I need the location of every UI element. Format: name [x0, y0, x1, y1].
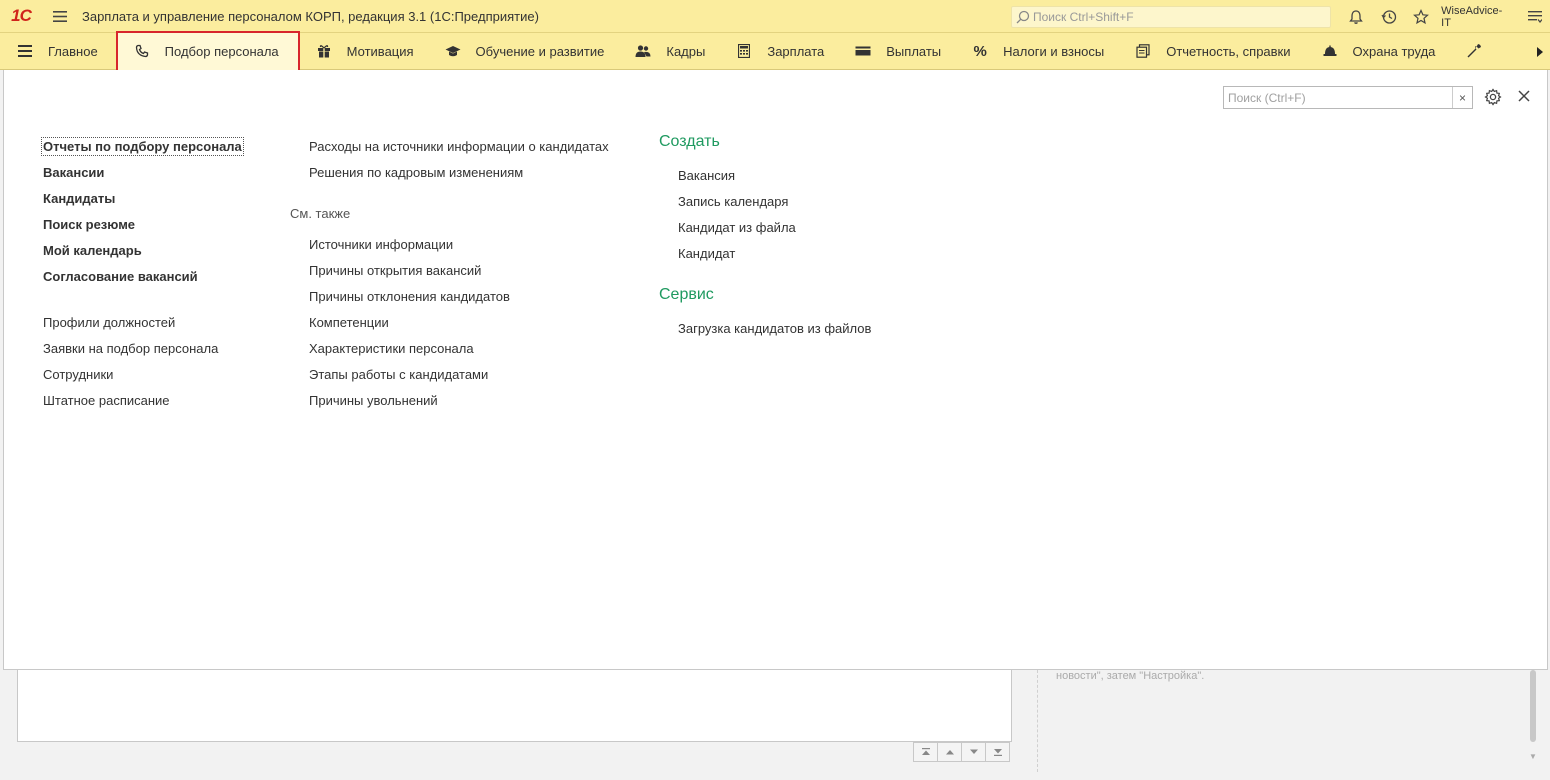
- news-hint-text: новости", затем "Настройка".: [1056, 670, 1205, 682]
- gear-icon[interactable]: [1484, 88, 1502, 109]
- link-recruitment-requests[interactable]: Заявки на подбор персонала: [43, 341, 218, 356]
- first-page-icon[interactable]: [913, 742, 938, 762]
- section-taxes[interactable]: % Налоги и взносы: [955, 33, 1118, 70]
- star-icon[interactable]: [1405, 0, 1437, 33]
- navigation-buttons: [913, 742, 1010, 762]
- link-my-calendar[interactable]: Мой календарь: [43, 243, 142, 258]
- link-hr-change-decisions[interactable]: Решения по кадровым изменениям: [309, 165, 523, 180]
- section-recruitment[interactable]: Подбор персонала: [115, 30, 300, 72]
- title-bar: 1С Зарплата и управление персоналом КОРП…: [0, 0, 1550, 33]
- global-search-input[interactable]: Поиск Ctrl+Shift+F: [1011, 6, 1331, 28]
- bell-icon[interactable]: [1340, 0, 1372, 33]
- sections-panel: Главное Подбор персонала Мотивация Обуче…: [0, 30, 1550, 72]
- section-label: Охрана труда: [1352, 43, 1436, 59]
- hamburger-icon: [16, 42, 34, 60]
- scroll-thumb[interactable]: [1530, 670, 1536, 742]
- section-labor-safety[interactable]: Охрана труда: [1305, 33, 1450, 70]
- history-icon[interactable]: [1372, 0, 1404, 33]
- link-recruitment-reports[interactable]: Отчеты по подбору персонала: [41, 137, 244, 156]
- app-title: Зарплата и управление персоналом КОРП, р…: [82, 8, 539, 24]
- clear-search-button[interactable]: ×: [1452, 87, 1472, 108]
- section-label: Мотивация: [346, 43, 414, 59]
- link-employees[interactable]: Сотрудники: [43, 367, 113, 382]
- panel-search-input[interactable]: Поиск (Ctrl+F) ×: [1223, 86, 1473, 109]
- section-training[interactable]: Обучение и развитие: [428, 33, 619, 70]
- section-label: Зарплата: [767, 43, 825, 59]
- main-menu-icon[interactable]: [42, 0, 78, 33]
- gift-icon: [315, 42, 333, 60]
- link-position-profiles[interactable]: Профили должностей: [43, 315, 175, 330]
- percent-icon: %: [973, 42, 987, 60]
- prev-page-icon[interactable]: [937, 742, 962, 762]
- link-staff-schedule[interactable]: Штатное расписание: [43, 393, 170, 408]
- section-label: Выплаты: [886, 43, 942, 59]
- current-user[interactable]: WiseAdvice-IT: [1441, 5, 1509, 29]
- scroll-down-icon[interactable]: ▼: [1529, 752, 1537, 761]
- panel-search-placeholder: Поиск (Ctrl+F): [1228, 90, 1306, 105]
- close-icon[interactable]: [1518, 90, 1530, 105]
- link-vacancy-open-reasons[interactable]: Причины открытия вакансий: [309, 263, 481, 278]
- create-candidate-from-file-link[interactable]: Кандидат из файла: [678, 220, 796, 235]
- vertical-scrollbar[interactable]: ▼: [1528, 670, 1538, 770]
- link-personnel-characteristics[interactable]: Характеристики персонала: [309, 341, 474, 356]
- section-label: Отчетность, справки: [1166, 43, 1291, 59]
- settings-menu-icon[interactable]: [1519, 0, 1550, 33]
- link-candidates[interactable]: Кандидаты: [43, 191, 115, 206]
- section-label: Подбор персонала: [164, 43, 279, 59]
- create-header: Создать: [659, 133, 720, 150]
- news-panel: новости", затем "Настройка".: [1037, 670, 1527, 772]
- load-candidates-from-files-link[interactable]: Загрузка кандидатов из файлов: [678, 321, 871, 336]
- section-label: Главное: [48, 43, 98, 59]
- see-also-header: См. также: [290, 206, 351, 221]
- service-header: Сервис: [659, 286, 714, 303]
- link-vacancy-approval[interactable]: Согласование вакансий: [43, 269, 198, 284]
- link-candidate-stages[interactable]: Этапы работы с кандидатами: [309, 367, 488, 382]
- section-label: Обучение и развитие: [475, 43, 605, 59]
- create-vacancy-link[interactable]: Вакансия: [678, 168, 735, 183]
- create-candidate-link[interactable]: Кандидат: [678, 246, 735, 261]
- documents-icon: [1134, 42, 1152, 60]
- link-resume-search[interactable]: Поиск резюме: [43, 217, 135, 232]
- section-label: Кадры: [666, 43, 706, 59]
- section-payments[interactable]: Выплаты: [838, 33, 955, 70]
- phone-icon: [133, 42, 151, 60]
- scroll-right-icon[interactable]: [1530, 33, 1550, 70]
- section-label: Налоги и взносы: [1003, 43, 1105, 59]
- section-motivation[interactable]: Мотивация: [299, 33, 428, 70]
- helmet-icon: [1321, 42, 1339, 60]
- 1c-logo[interactable]: 1С: [0, 0, 42, 33]
- create-calendar-entry-link[interactable]: Запись календаря: [678, 194, 788, 209]
- section-content-panel: Поиск (Ctrl+F) × Отчеты по подбору персо…: [3, 70, 1548, 670]
- link-vacancies[interactable]: Вакансии: [43, 165, 104, 180]
- link-candidate-reject-reasons[interactable]: Причины отклонения кандидатов: [309, 289, 510, 304]
- next-page-icon[interactable]: [961, 742, 986, 762]
- people-icon: [634, 42, 652, 60]
- calculator-icon: [735, 42, 753, 60]
- underlying-form-area: [17, 670, 1012, 742]
- wrench-icon: [1465, 42, 1483, 60]
- section-reports[interactable]: Отчетность, справки: [1118, 33, 1304, 70]
- link-info-source-expenses[interactable]: Расходы на источники информации о кандид…: [309, 139, 609, 154]
- link-dismissal-reasons[interactable]: Причины увольнений: [309, 393, 438, 408]
- section-main[interactable]: Главное: [0, 33, 112, 70]
- wallet-icon: [854, 42, 872, 60]
- link-competencies[interactable]: Компетенции: [309, 315, 389, 330]
- last-page-icon[interactable]: [985, 742, 1010, 762]
- section-personnel[interactable]: Кадры: [618, 33, 719, 70]
- global-search-placeholder: Поиск Ctrl+Shift+F: [1033, 10, 1134, 24]
- section-administration[interactable]: [1449, 33, 1511, 70]
- section-salary[interactable]: Зарплата: [719, 33, 838, 70]
- link-info-sources[interactable]: Источники информации: [309, 237, 453, 252]
- graduation-cap-icon: [444, 42, 462, 60]
- search-icon: [1016, 10, 1030, 24]
